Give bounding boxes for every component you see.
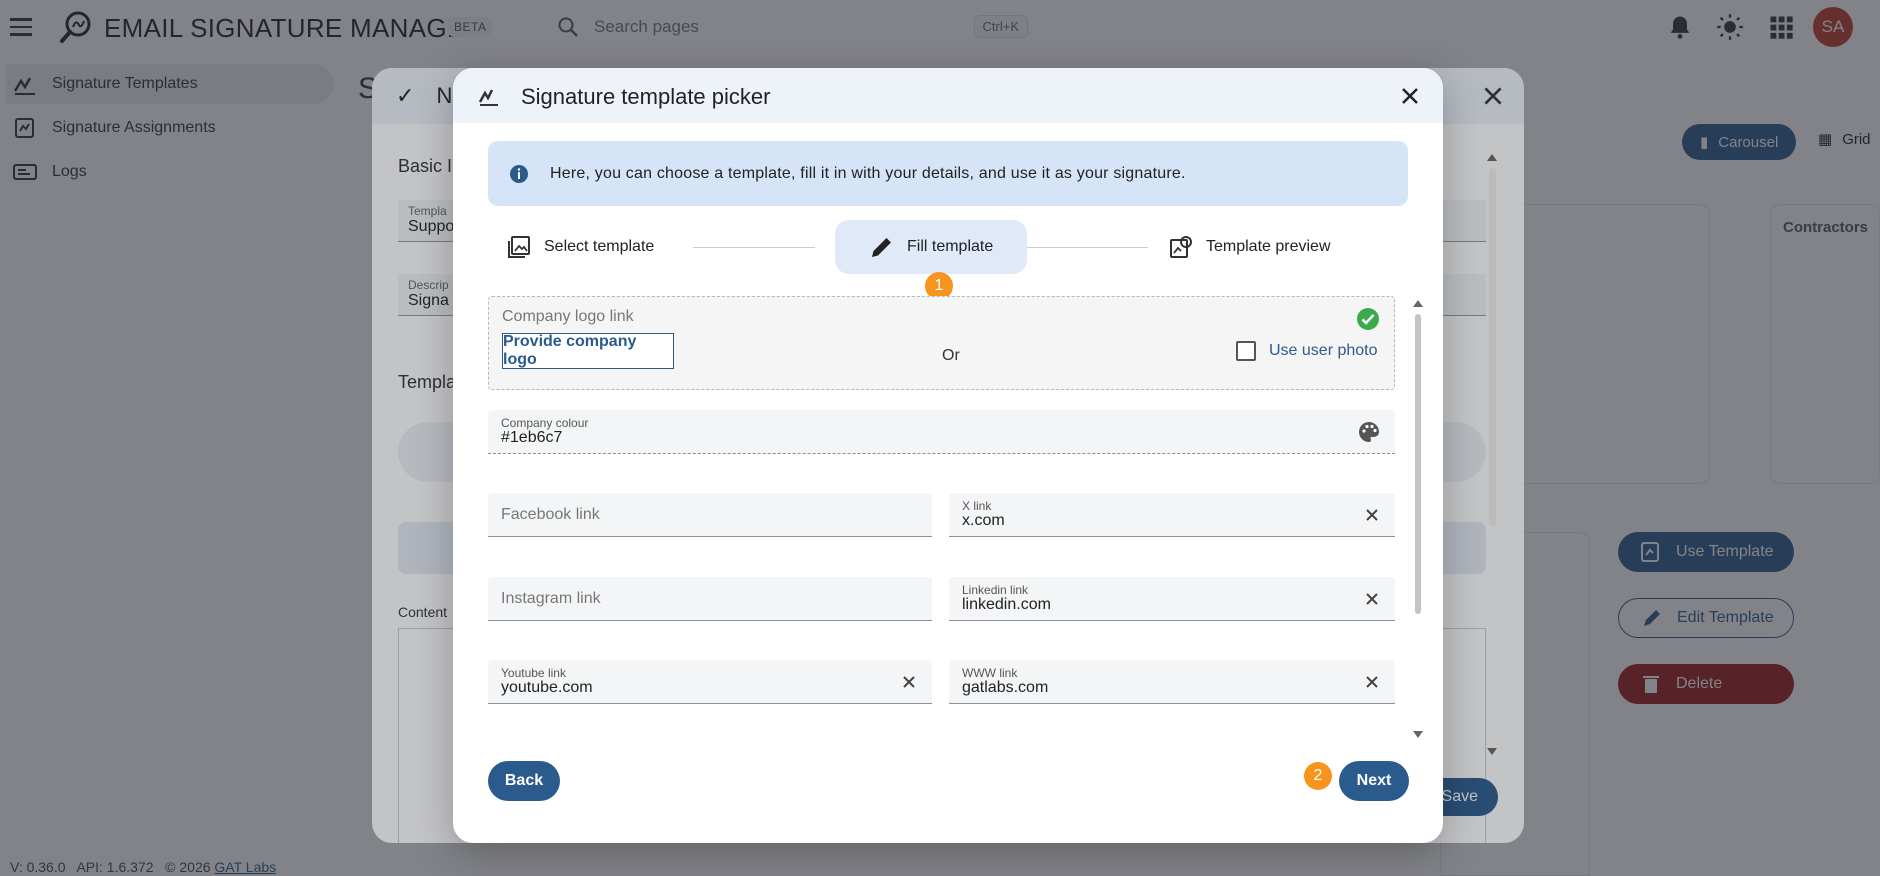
image-icon (508, 236, 530, 258)
dialog-title: Signature template picker (521, 84, 771, 109)
www-link-field[interactable]: WWW link gatlabs.com (949, 660, 1395, 704)
check-circle-icon (1357, 308, 1379, 330)
field-value: gatlabs.com (962, 679, 1049, 696)
scroll-down-arrow[interactable] (1487, 748, 1497, 755)
field-value: x.com (962, 512, 1005, 529)
provide-company-logo-button[interactable]: Provide company logo (502, 333, 674, 369)
field-label: Linkedin link (962, 583, 1029, 597)
step-connector (693, 247, 815, 248)
pencil-icon (872, 238, 891, 257)
use-user-photo-checkbox[interactable] (1236, 341, 1256, 361)
field-placeholder: Facebook link (501, 506, 600, 523)
clear-icon[interactable] (1363, 590, 1381, 608)
form-scrollbar-thumb[interactable] (1415, 314, 1421, 614)
dialog-header: Signature template picker (453, 68, 1443, 123)
preview-icon (1170, 236, 1192, 258)
clear-icon[interactable] (1363, 506, 1381, 524)
info-alert: Here, you can choose a template, fill it… (488, 141, 1408, 206)
back-button[interactable]: Back (488, 761, 560, 801)
instagram-link-field[interactable]: Instagram link (488, 577, 932, 621)
dialog-scrollbar-thumb[interactable] (1489, 168, 1496, 526)
field-label: Company colour (501, 416, 589, 430)
info-text: Here, you can choose a template, fill it… (550, 164, 1186, 182)
field-label: X link (962, 499, 992, 513)
use-user-photo-label[interactable]: Use user photo (1269, 342, 1378, 360)
field-label: WWW link (962, 666, 1018, 680)
field-label: Youtube link (501, 666, 566, 680)
step-select-template[interactable]: Select template (506, 220, 654, 274)
signature-picker-icon (478, 89, 498, 106)
company-logo-label: Company logo link (502, 308, 634, 325)
stepper: Select template Fill template Template p… (488, 220, 1408, 274)
step-label: Template preview (1206, 238, 1331, 255)
step-fill-template[interactable]: Fill template (835, 220, 1028, 274)
or-separator: Or (942, 347, 960, 364)
scroll-down-arrow[interactable] (1413, 731, 1423, 738)
fill-template-form: Company logo link Provide company logo O… (488, 296, 1408, 728)
field-value: linkedin.com (962, 596, 1051, 613)
field-placeholder: Instagram link (501, 590, 601, 607)
company-logo-section: Company logo link Provide company logo O… (488, 296, 1395, 390)
company-colour-field[interactable]: Company colour #1eb6c7 (488, 410, 1395, 454)
youtube-link-field[interactable]: Youtube link youtube.com (488, 660, 932, 704)
scroll-up-arrow[interactable] (1413, 300, 1423, 307)
tour-step-badge[interactable]: 2 (1304, 762, 1332, 790)
clear-icon[interactable] (1363, 673, 1381, 691)
step-label: Select template (544, 238, 655, 255)
next-button[interactable]: Next (1339, 761, 1409, 801)
template-picker-dialog: Signature template picker Here, you can … (453, 68, 1443, 843)
close-icon[interactable] (1398, 84, 1422, 108)
step-connector (1023, 247, 1148, 248)
x-link-field[interactable]: X link x.com (949, 493, 1395, 537)
field-value: #1eb6c7 (501, 429, 563, 446)
step-label: Fill template (907, 238, 994, 255)
linkedin-link-field[interactable]: Linkedin link linkedin.com (949, 577, 1395, 621)
field-value: youtube.com (501, 679, 593, 696)
facebook-link-field[interactable]: Facebook link (488, 493, 932, 537)
scroll-up-arrow[interactable] (1487, 154, 1497, 161)
clear-icon[interactable] (900, 673, 918, 691)
palette-icon[interactable] (1357, 420, 1381, 444)
info-icon (510, 164, 528, 183)
step-template-preview[interactable]: Template preview (1168, 220, 1331, 274)
